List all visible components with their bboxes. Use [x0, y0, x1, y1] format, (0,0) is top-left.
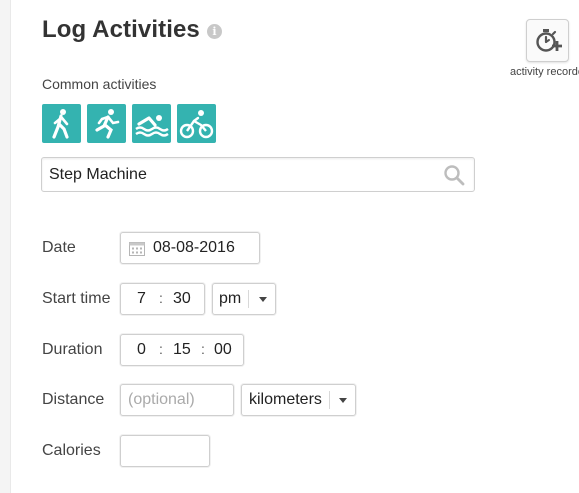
- activity-search-input[interactable]: [49, 158, 429, 191]
- info-icon[interactable]: i: [207, 24, 222, 39]
- search-icon[interactable]: [443, 164, 465, 186]
- running-icon: [95, 109, 120, 139]
- date-field[interactable]: 08-08-2016: [120, 232, 260, 264]
- stopwatch-add-icon: [536, 29, 562, 52]
- start-minute-value[interactable]: 30: [173, 290, 191, 308]
- activity-recorder-button[interactable]: [526, 19, 569, 62]
- duration-field[interactable]: 0 : 15 : 00: [120, 334, 244, 366]
- start-time-field[interactable]: 7 : 30: [120, 283, 205, 315]
- ampm-value: pm: [219, 290, 242, 307]
- cycling-icon: [179, 110, 214, 139]
- chevron-down-icon[interactable]: [259, 297, 267, 302]
- duration-label: Duration: [42, 341, 103, 358]
- activity-swimming-button[interactable]: [132, 104, 171, 143]
- distance-input[interactable]: (optional): [120, 384, 234, 416]
- dropdown-divider: [248, 290, 249, 308]
- duration-separator: :: [201, 341, 205, 357]
- activity-cycling-button[interactable]: [177, 104, 216, 143]
- start-time-label: Start time: [42, 290, 111, 307]
- activity-running-button[interactable]: [87, 104, 126, 143]
- common-activities-label: Common activities: [42, 76, 157, 92]
- chevron-down-icon[interactable]: [339, 398, 347, 403]
- duration-separator: :: [159, 341, 163, 357]
- distance-placeholder: (optional): [128, 391, 195, 408]
- activity-search-box[interactable]: [41, 157, 475, 192]
- distance-label: Distance: [42, 391, 105, 408]
- distance-unit-select[interactable]: kilometers: [241, 384, 356, 416]
- calories-label: Calories: [42, 442, 101, 459]
- activity-walking-button[interactable]: [42, 104, 81, 143]
- distance-unit-value: kilometers: [249, 391, 322, 408]
- calories-input[interactable]: [120, 435, 210, 467]
- page-title: Log Activities: [42, 16, 200, 43]
- duration-seconds-value[interactable]: 00: [214, 341, 232, 359]
- duration-minutes-value[interactable]: 15: [173, 341, 191, 359]
- left-sidebar-edge: [0, 0, 11, 493]
- time-separator: :: [159, 290, 163, 306]
- calendar-icon[interactable]: [129, 241, 145, 256]
- dropdown-divider: [329, 391, 330, 409]
- date-value: 08-08-2016: [153, 239, 235, 256]
- date-label: Date: [42, 239, 76, 256]
- walking-icon: [52, 109, 69, 139]
- ampm-select[interactable]: pm: [212, 283, 276, 315]
- swimming-icon: [135, 115, 169, 137]
- start-hour-value[interactable]: 7: [137, 290, 146, 308]
- duration-hours-value[interactable]: 0: [137, 341, 146, 359]
- activity-recorder-label: activity recorder: [510, 66, 579, 78]
